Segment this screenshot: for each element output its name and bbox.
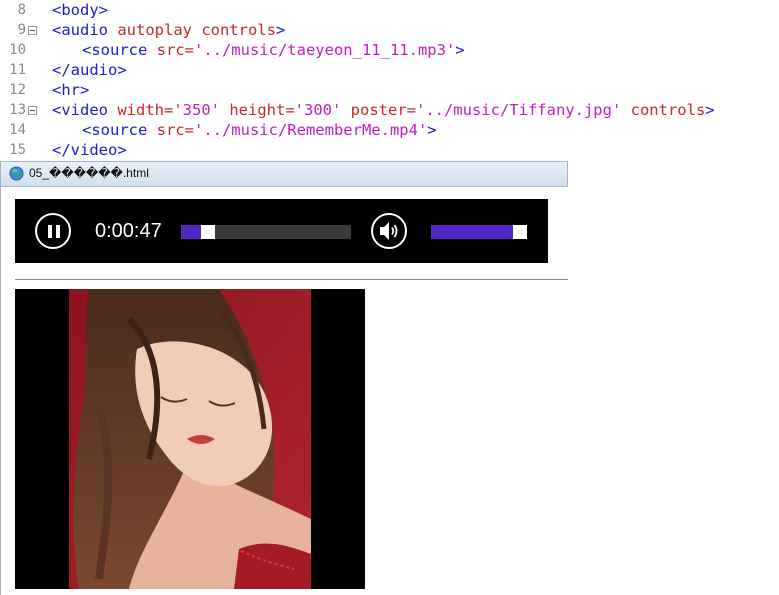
- code-token-tag: <body>: [52, 1, 108, 19]
- page-viewport: 0:00:47: [0, 187, 568, 595]
- code-line: 10 <source src='../music/taeyeon_11_11.mp…: [0, 40, 779, 60]
- horizontal-rule: [15, 279, 568, 280]
- audio-player: 0:00:47: [15, 199, 548, 263]
- volume-level-fill: [431, 225, 513, 239]
- code-token-val: '../music/RememberMe.mp4': [193, 121, 428, 139]
- code-line: 13 <video width='350' height='300' poster…: [0, 100, 779, 120]
- line-number: 13: [9, 102, 26, 118]
- code-token-tag: >: [705, 101, 715, 119]
- fold-toggle-icon[interactable]: [28, 26, 37, 35]
- woman-portrait-image: [69, 289, 311, 589]
- code-token-tag: </video>: [52, 141, 127, 159]
- browser-window: 05_������.html 0:00:47: [0, 161, 568, 595]
- code-token-tag: </audio>: [52, 61, 127, 79]
- code-text: <video width='350' height='300' poster='…: [52, 100, 715, 120]
- code-token-tag: >: [275, 21, 286, 39]
- seek-thumb[interactable]: [201, 225, 215, 239]
- code-token-tag: <source: [82, 121, 157, 139]
- code-token-tag: <audio: [52, 21, 118, 39]
- code-line: 12 <hr>: [0, 80, 779, 100]
- current-time: 0:00:47: [95, 220, 162, 242]
- globe-icon: [9, 166, 24, 181]
- code-token-tag: <hr>: [52, 81, 90, 99]
- code-text: <source src='../music/RememberMe.mp4'>: [82, 120, 437, 140]
- code-token-val: '../music/Tiffany.jpg': [415, 101, 622, 119]
- code-text: </audio>: [52, 60, 127, 80]
- code-line: 14 <source src='../music/RememberMe.mp4'>: [0, 120, 779, 140]
- play-pause-button[interactable]: [35, 213, 71, 249]
- code-token-tag: >: [455, 41, 465, 59]
- code-line: 15 </video>: [0, 140, 779, 160]
- code-token-val: '300': [294, 101, 342, 119]
- code-text: <source src='../music/taeyeon_11_11.mp3'…: [82, 40, 465, 60]
- code-token-attr: src=: [156, 121, 194, 139]
- code-token-tag: <source: [82, 41, 157, 59]
- code-line: 8 <body>: [0, 0, 779, 20]
- code-token-attr: width=: [117, 101, 174, 119]
- volume-slider[interactable]: [431, 225, 527, 239]
- code-token-attr: autoplay controls: [117, 21, 276, 39]
- code-token-val: '350': [173, 101, 220, 119]
- code-token-val: '../music/taeyeon_11_11.mp3': [193, 41, 456, 59]
- code-token-attr: controls: [621, 101, 706, 119]
- seek-progress-fill: [181, 225, 201, 239]
- code-line: 11 </audio>: [0, 60, 779, 80]
- code-token-attr: src=: [156, 41, 194, 59]
- code-line: 9 <audio autoplay controls>: [0, 20, 779, 40]
- code-text: <body>: [52, 0, 108, 20]
- line-number: 8: [17, 2, 26, 18]
- mute-button[interactable]: [371, 213, 407, 249]
- volume-thumb[interactable]: [513, 225, 527, 239]
- code-token-attr: poster=: [341, 101, 416, 119]
- code-token-attr: height=: [220, 101, 295, 119]
- seek-slider[interactable]: [181, 225, 351, 239]
- code-token-tag: >: [427, 121, 437, 139]
- line-number: 14: [9, 122, 26, 138]
- line-number: 15: [9, 142, 26, 158]
- window-title: 05_������.html: [29, 166, 149, 180]
- code-editor[interactable]: 8 <body> 9 <audio autoplay controls> 10 <sour…: [0, 0, 779, 160]
- code-text: <hr>: [52, 80, 89, 100]
- line-number: 12: [9, 82, 26, 98]
- line-number: 10: [9, 42, 26, 58]
- video-player[interactable]: [15, 289, 365, 589]
- fold-toggle-icon[interactable]: [28, 106, 37, 115]
- window-titlebar[interactable]: 05_������.html: [0, 161, 568, 187]
- line-number: 11: [9, 62, 26, 78]
- code-text: <audio autoplay controls>: [52, 20, 285, 40]
- line-number: 9: [17, 22, 26, 38]
- speaker-volume-icon: [380, 222, 398, 240]
- code-token-tag: <video: [52, 101, 118, 119]
- code-text: </video>: [52, 140, 127, 160]
